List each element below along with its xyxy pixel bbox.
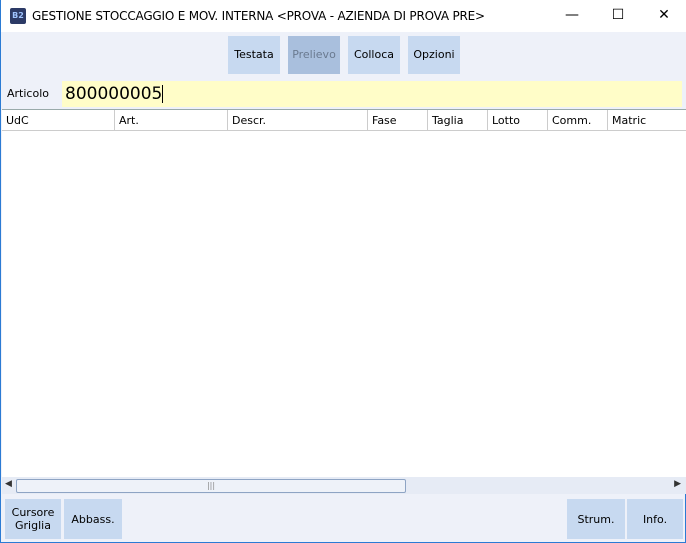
app-icon: B2 [10, 8, 26, 24]
main-window: B2 GESTIONE STOCCAGGIO E MOV. INTERNA <P… [0, 0, 686, 543]
close-button[interactable]: ✕ [641, 0, 686, 30]
col-header-matric[interactable]: Matric [608, 110, 686, 131]
maximize-button[interactable]: ☐ [595, 0, 641, 30]
horizontal-scrollbar[interactable]: ◀ ||| ▶ [2, 477, 686, 494]
col-header-art[interactable]: Art. [115, 110, 228, 131]
articolo-row: Articolo 800000005 [1, 78, 686, 109]
opzioni-button[interactable]: Opzioni [408, 36, 460, 74]
toolbar: Testata Prelievo Colloca Opzioni [1, 32, 686, 78]
text-caret [162, 85, 164, 103]
articolo-input[interactable]: 800000005 [62, 81, 682, 107]
colloca-button[interactable]: Colloca [348, 36, 400, 74]
col-header-lotto[interactable]: Lotto [488, 110, 548, 131]
minimize-button[interactable]: — [549, 0, 595, 30]
window-title: GESTIONE STOCCAGGIO E MOV. INTERNA <PROV… [32, 9, 485, 23]
prelievo-button[interactable]: Prelievo [288, 36, 340, 74]
col-header-descr[interactable]: Descr. [228, 110, 368, 131]
scroll-right-icon[interactable]: ▶ [674, 479, 681, 489]
col-header-udc[interactable]: UdC [2, 110, 115, 131]
data-grid[interactable]: UdC Art. Descr. Fase Taglia Lotto Comm. … [2, 109, 686, 477]
abbass-button[interactable]: Abbass. [64, 499, 122, 539]
info-button[interactable]: Info. [627, 499, 683, 539]
testata-button[interactable]: Testata [228, 36, 280, 74]
articolo-value: 800000005 [65, 84, 163, 104]
articolo-label: Articolo [7, 87, 49, 100]
cursore-label: Cursore [11, 506, 55, 519]
title-bar: B2 GESTIONE STOCCAGGIO E MOV. INTERNA <P… [1, 0, 686, 32]
scroll-thumb[interactable]: ||| [16, 479, 406, 493]
griglia-label: Griglia [15, 519, 51, 532]
cursore-griglia-button[interactable]: Cursore Griglia [5, 499, 61, 539]
col-header-fase[interactable]: Fase [368, 110, 428, 131]
col-header-taglia[interactable]: Taglia [428, 110, 488, 131]
strum-button[interactable]: Strum. [567, 499, 625, 539]
col-header-comm[interactable]: Comm. [548, 110, 608, 131]
scroll-left-icon[interactable]: ◀ [5, 479, 12, 489]
